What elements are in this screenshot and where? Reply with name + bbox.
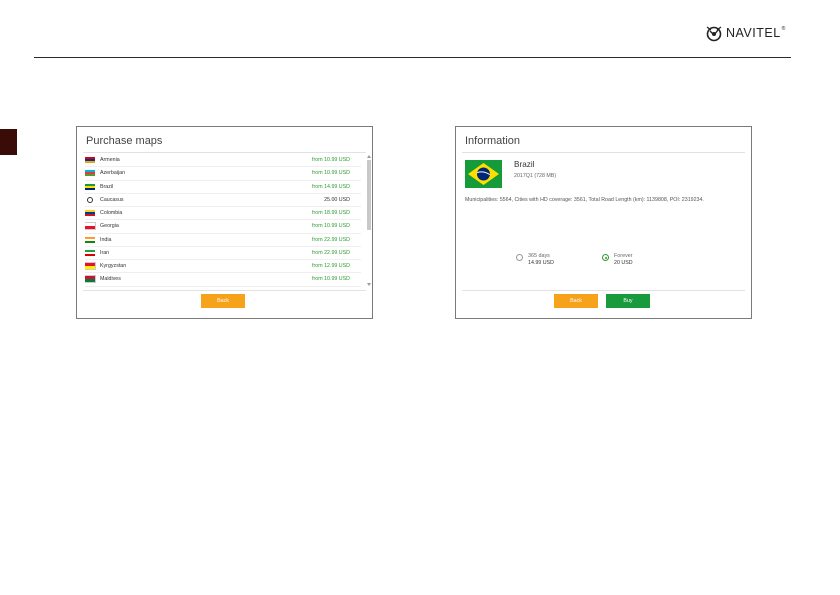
- option-forever[interactable]: Forever 20 USD: [602, 253, 633, 267]
- flag-icon: [85, 170, 95, 177]
- radio-forever[interactable]: [602, 254, 609, 261]
- country-label: Armenia: [100, 157, 120, 164]
- back-button[interactable]: Back: [201, 294, 245, 308]
- flag-icon: [85, 249, 95, 256]
- map-version: 2017Q1 (728 MB): [514, 173, 557, 179]
- divider: [83, 290, 366, 291]
- header-divider: [34, 57, 791, 58]
- flag-icon: [85, 183, 95, 190]
- price-label: from 22.99 USD: [312, 236, 350, 243]
- page-side-tab: [0, 129, 17, 155]
- list-item[interactable]: Caucasus 25.00 USD: [85, 194, 361, 207]
- list-item[interactable]: Colombia from 18.99 USD: [85, 207, 361, 221]
- country-name: Brazil: [514, 160, 535, 169]
- flag-icon: [85, 236, 95, 243]
- price-label: from 10.99 USD: [312, 276, 350, 283]
- list-item[interactable]: Brazil from 14.99 USD: [85, 181, 361, 194]
- country-label: Colombia: [100, 210, 123, 217]
- price-label: from 10.99 USD: [312, 157, 350, 164]
- option-price: 14.99 USD: [528, 260, 554, 266]
- list-item[interactable]: Azerbaijan from 10.99 USD: [85, 167, 361, 181]
- list-item[interactable]: Maldives from 10.99 USD: [85, 273, 361, 287]
- panel-title: Information: [465, 135, 521, 147]
- map-list: Armenia from 10.99 USD Azerbaijan from 10.9…: [85, 154, 361, 287]
- list-item[interactable]: India from 22.99 USD: [85, 234, 361, 247]
- radio-365-days[interactable]: [516, 254, 523, 261]
- buy-button[interactable]: Buy: [606, 294, 650, 308]
- flag-icon: [85, 275, 96, 284]
- country-label: India: [100, 236, 112, 243]
- price-label: from 12.99 USD: [312, 263, 350, 270]
- flag-icon: [85, 222, 96, 231]
- flag-icon: [85, 210, 95, 217]
- price-label: from 18.99 USD: [312, 210, 350, 217]
- price-label: from 10.99 USD: [312, 170, 350, 177]
- price-label: from 22.99 USD: [312, 249, 350, 256]
- information-panel: Information Brazil 2017Q1 (728 MB) Munic…: [455, 126, 752, 319]
- navitel-logo: NAVITEL®: [705, 24, 786, 42]
- map-description: Municipalities: 5564, Cities with HD cov…: [465, 197, 704, 203]
- divider: [462, 290, 745, 291]
- country-label: Caucasus: [100, 196, 124, 203]
- scroll-down-arrow-icon[interactable]: [367, 283, 371, 286]
- list-item[interactable]: Georgia from 10.99 USD: [85, 220, 361, 234]
- scrollbar[interactable]: [367, 155, 371, 286]
- scrollbar-thumb[interactable]: [367, 160, 371, 230]
- brazil-flag-icon: [465, 160, 502, 188]
- flag-icon: [85, 157, 95, 164]
- flag-icon: [85, 262, 96, 271]
- option-label: Forever: [614, 253, 633, 259]
- list-item[interactable]: Kyrgyzstan from 12.99 USD: [85, 260, 361, 274]
- country-label: Maldives: [100, 276, 121, 283]
- price-label: from 14.99 USD: [312, 183, 350, 190]
- scroll-up-arrow-icon[interactable]: [367, 155, 371, 158]
- divider: [462, 152, 745, 153]
- price-label: from 10.99 USD: [312, 223, 350, 230]
- country-label: Kyrgyzstan: [100, 263, 127, 270]
- navitel-globe-icon: [706, 26, 722, 42]
- divider: [83, 152, 366, 153]
- panel-title: Purchase maps: [86, 135, 163, 147]
- country-label: Georgia: [100, 223, 119, 230]
- option-365-days[interactable]: 365 days 14.99 USD: [516, 253, 554, 267]
- globe-icon: [87, 196, 93, 203]
- country-label: Iran: [100, 249, 110, 256]
- back-button[interactable]: Back: [554, 294, 598, 308]
- country-label: Brazil: [100, 183, 114, 190]
- list-item[interactable]: Iran from 22.99 USD: [85, 247, 361, 260]
- purchase-maps-panel: Purchase maps Armenia from 10.99 USD Azerb…: [76, 126, 373, 319]
- list-item[interactable]: Armenia from 10.99 USD: [85, 154, 361, 168]
- option-price: 20 USD: [614, 260, 633, 266]
- price-label: 25.00 USD: [324, 196, 350, 203]
- country-label: Azerbaijan: [100, 170, 126, 177]
- brand-name: NAVITEL®: [726, 26, 786, 40]
- option-label: 365 days: [528, 253, 550, 259]
